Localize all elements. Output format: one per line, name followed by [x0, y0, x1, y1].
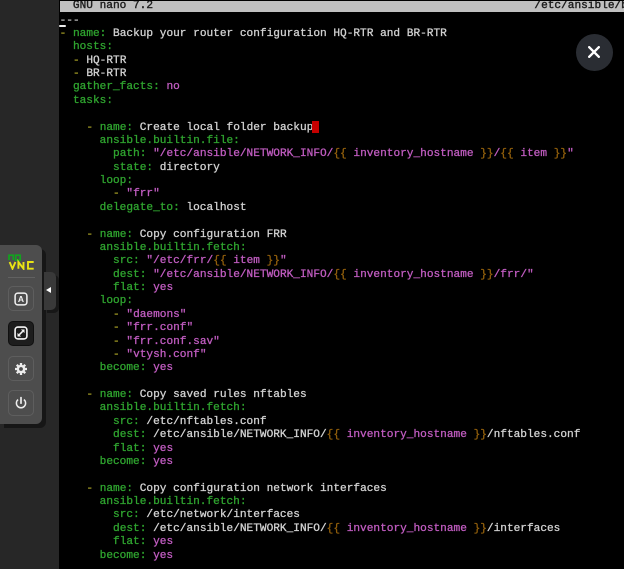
- svg-text:A: A: [18, 294, 24, 304]
